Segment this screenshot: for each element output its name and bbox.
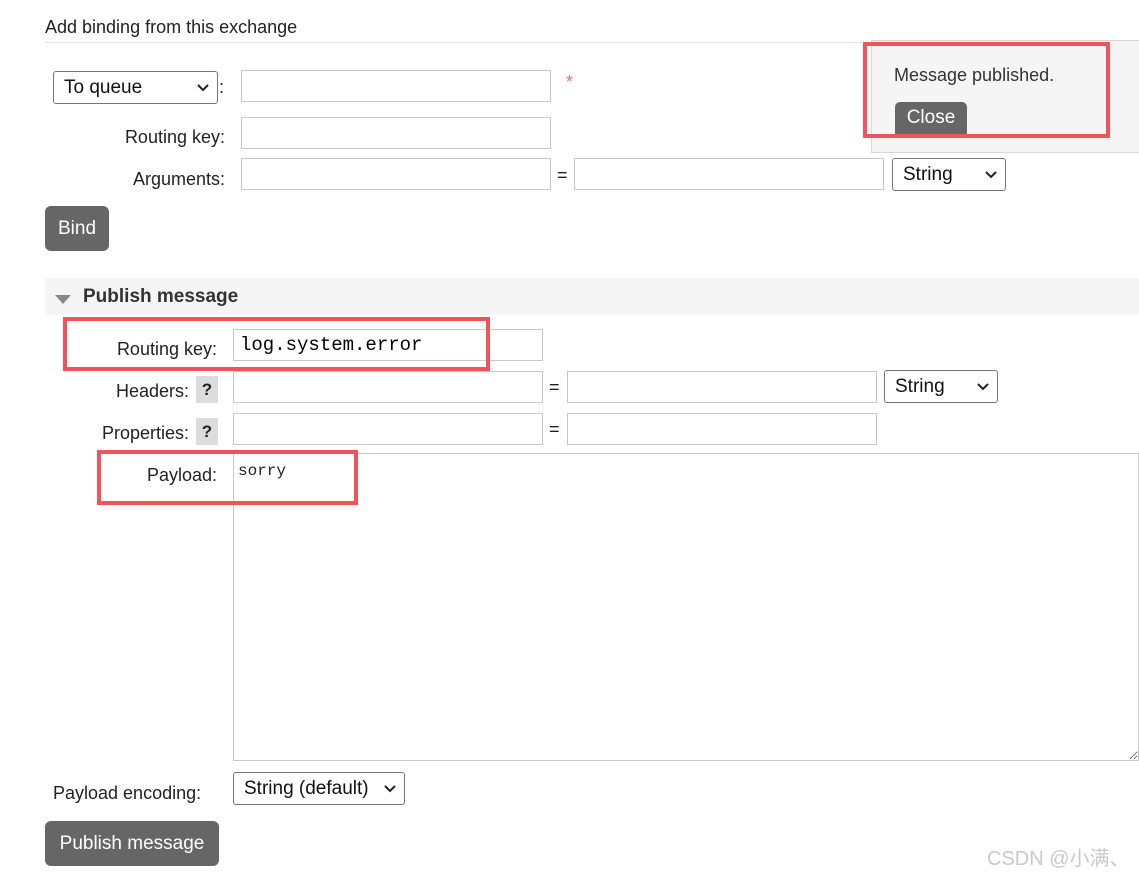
chevron-down-icon [977, 159, 1005, 190]
notification-close-button[interactable]: Close [895, 102, 967, 134]
argument-type-select[interactable]: String [892, 158, 1006, 191]
headers-label: Headers: [115, 381, 189, 401]
argument-value-input[interactable] [574, 158, 884, 190]
header-value-input[interactable] [567, 371, 877, 403]
property-key-input[interactable] [233, 413, 543, 445]
chevron-down-icon [376, 773, 404, 804]
argument-key-input[interactable] [241, 158, 551, 190]
destination-type-value: To queue [64, 76, 143, 98]
chevron-down-icon [189, 72, 217, 103]
header-key-input[interactable] [233, 371, 543, 403]
notification-popup: Message published. Close [871, 40, 1139, 153]
arguments-label: Arguments: [132, 169, 225, 189]
header-equals: = [549, 377, 560, 397]
payload-textarea[interactable]: sorry [233, 453, 1139, 761]
argument-equals: = [557, 165, 568, 185]
notification-message: Message published. [894, 65, 1055, 85]
bind-button[interactable]: Bind [45, 206, 109, 251]
payload-encoding-select[interactable]: String (default) [233, 772, 405, 805]
publish-message-button[interactable]: Publish message [45, 821, 219, 866]
argument-type-value: String [903, 163, 953, 185]
destination-type-select[interactable]: To queue [53, 71, 218, 104]
destination-colon: : [219, 77, 225, 97]
publish-routing-key-input[interactable] [233, 329, 543, 361]
publish-section-header[interactable]: Publish message [45, 278, 1139, 315]
payload-encoding-value: String (default) [244, 777, 369, 799]
publish-routing-key-label: Routing key: [116, 339, 217, 359]
watermark: CSDN @小满、 [987, 848, 1130, 870]
publish-section-title: Publish message [83, 286, 239, 307]
binding-routing-key-label: Routing key: [124, 127, 225, 147]
payload-encoding-label: Payload encoding: [53, 783, 202, 803]
binding-routing-key-input[interactable] [241, 117, 551, 149]
header-type-select[interactable]: String [884, 370, 998, 403]
collapse-triangle-icon [55, 292, 71, 310]
header-type-value: String [895, 375, 945, 397]
chevron-down-icon [969, 371, 997, 402]
destination-input[interactable] [241, 70, 551, 102]
required-asterisk: * [566, 72, 574, 92]
payload-label: Payload: [146, 465, 217, 485]
properties-label: Properties: [101, 423, 189, 443]
properties-help-icon[interactable]: ? [196, 418, 218, 445]
headers-help-icon[interactable]: ? [196, 376, 218, 403]
property-value-input[interactable] [567, 413, 877, 445]
property-equals: = [549, 419, 560, 439]
binding-heading: Add binding from this exchange [45, 17, 298, 37]
